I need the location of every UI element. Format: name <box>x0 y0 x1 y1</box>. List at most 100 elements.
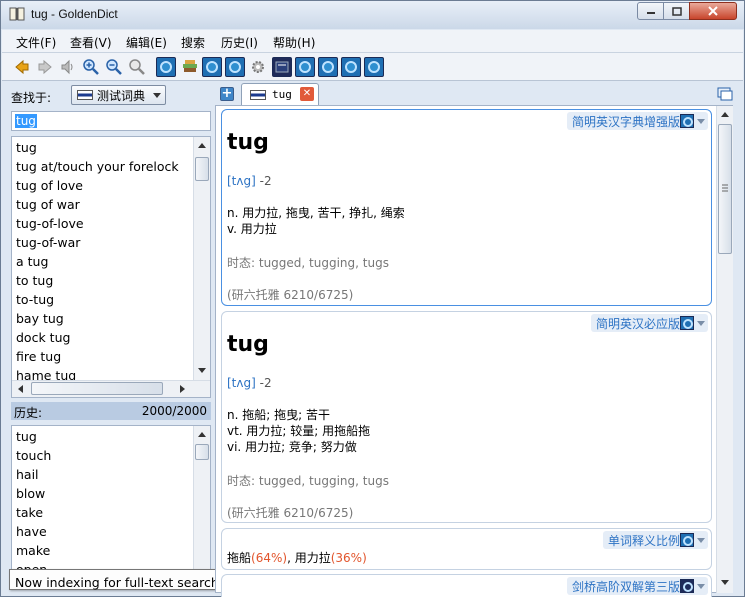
dict-toggle-6[interactable] <box>295 57 315 77</box>
meaning-ratio: 拖船(64%), 用力拉(36%) <box>227 549 367 566</box>
article-dict-2: 简明英汉必应版 tug [tʌg] -2 n. 拖船; 拖曳; 苦干 vt. 用… <box>221 311 712 523</box>
list-item[interactable]: dock tug <box>16 330 70 345</box>
history-title: 历史: <box>14 406 43 420</box>
zoom-in-button[interactable] <box>81 57 101 77</box>
menu-bar: 文件(F) 查看(V) 编辑(E) 搜索 历史(I) 帮助(H) <box>2 30 743 53</box>
found-in-dictionaries-icon[interactable] <box>717 87 733 101</box>
list-item[interactable]: a tug <box>16 254 48 269</box>
forward-arrow-icon <box>38 59 52 75</box>
dict-name-tag[interactable]: 剑桥高阶双解第三版 <box>566 577 708 595</box>
menu-help[interactable]: 帮助(H) <box>273 34 315 51</box>
list-item[interactable]: blow <box>16 486 45 501</box>
dict-name: 剑桥高阶双解第三版 <box>571 580 680 594</box>
menu-file[interactable]: 文件(F) <box>16 34 56 51</box>
zoom-in-icon <box>83 59 99 75</box>
dict-name-tag[interactable]: 简明英汉字典增强版 <box>566 112 708 130</box>
list-item[interactable]: tug-of-love <box>16 216 84 231</box>
close-button[interactable] <box>689 2 737 20</box>
list-item[interactable]: tug <box>16 140 37 155</box>
tab-close-icon[interactable]: ✕ <box>300 87 314 101</box>
window-title: tug - GoldenDict <box>31 7 118 21</box>
tense-forms: 时态: tugged, tugging, tugs <box>227 256 389 270</box>
dict-toggle-3[interactable] <box>202 57 222 77</box>
new-tab-button[interactable]: + <box>220 87 234 101</box>
list-item[interactable]: tug <box>16 429 37 444</box>
scroll-down-icon[interactable] <box>721 580 729 585</box>
menu-search[interactable]: 搜索 <box>181 34 205 51</box>
dictionary-icon <box>206 61 218 73</box>
dict-name-tag[interactable]: 简明英汉必应版 <box>590 314 708 332</box>
scroll-up-icon[interactable] <box>198 143 206 148</box>
dictionary-icon <box>160 61 172 73</box>
back-button[interactable] <box>12 57 32 77</box>
history-vscrollbar[interactable] <box>193 426 210 569</box>
pronounce-button[interactable] <box>58 57 78 77</box>
word-list[interactable]: tug tug at/touch your forelock tug of lo… <box>11 136 211 398</box>
scroll-up-icon[interactable] <box>721 112 729 117</box>
list-item[interactable]: touch <box>16 448 51 463</box>
history-list[interactable]: tug touch hail blow take have make open <box>11 425 211 570</box>
ratio-percent-1: (64%) <box>251 551 288 565</box>
scroll-left-icon[interactable] <box>18 385 23 393</box>
ratio-percent-2: (36%) <box>330 551 367 565</box>
list-item[interactable]: to tug <box>16 273 53 288</box>
back-arrow-icon <box>15 59 29 75</box>
minimize-button[interactable] <box>637 2 664 20</box>
tense-forms: 时态: tugged, tugging, tugs <box>227 474 389 488</box>
tab-label: tug <box>272 88 292 101</box>
scroll-thumb[interactable] <box>195 157 209 181</box>
list-item[interactable]: take <box>16 505 43 520</box>
list-item[interactable]: make <box>16 543 50 558</box>
definition-line: n. 拖船; 拖曳; 苦干 <box>227 408 330 422</box>
frequency-note: (研六托雅 6210/6725) <box>227 506 354 520</box>
dictionary-icon <box>680 579 694 593</box>
chevron-down-icon <box>697 584 705 589</box>
scroll-thumb[interactable] <box>195 444 209 460</box>
dictionary-icon <box>368 61 380 73</box>
list-item[interactable]: fire tug <box>16 349 61 364</box>
group-select[interactable]: 测试词典 <box>71 85 166 105</box>
zoom-reset-button[interactable] <box>127 57 147 77</box>
dict-toggle-2[interactable] <box>180 57 200 77</box>
scroll-thumb[interactable] <box>718 124 732 254</box>
list-item[interactable]: bay tug <box>16 311 64 326</box>
dict-name: 简明英汉字典增强版 <box>571 115 680 129</box>
dict-toggle-4[interactable] <box>225 57 245 77</box>
word-list-hscrollbar[interactable] <box>12 380 210 397</box>
article-dict-1: 简明英汉字典增强版 tug [tʌg] -2 n. 用力拉, 拖曳, 苦干, 挣… <box>221 109 712 306</box>
dict-toggle-5[interactable] <box>272 57 292 77</box>
scroll-down-icon[interactable] <box>198 368 206 373</box>
zoom-out-button[interactable] <box>104 57 124 77</box>
menu-edit[interactable]: 编辑(E) <box>126 34 167 51</box>
list-item[interactable]: to-tug <box>16 292 54 307</box>
dict-toggle-7[interactable] <box>318 57 338 77</box>
list-item[interactable]: have <box>16 524 47 539</box>
search-input[interactable]: tug <box>11 111 211 131</box>
tab-tug[interactable]: tug ✕ <box>241 83 319 105</box>
list-item[interactable]: hail <box>16 467 39 482</box>
scroll-up-icon[interactable] <box>198 432 206 437</box>
dict-toggle-8[interactable] <box>341 57 361 77</box>
dictionary-icon <box>275 61 289 73</box>
word-list-vscrollbar[interactable] <box>193 137 210 380</box>
list-item[interactable]: tug of love <box>16 178 83 193</box>
forward-button[interactable] <box>35 57 55 77</box>
maximize-button[interactable] <box>663 2 690 20</box>
menu-view[interactable]: 查看(V) <box>70 34 112 51</box>
dict-settings-button[interactable] <box>248 57 268 77</box>
history-count: 2000/2000 <box>141 404 207 418</box>
list-item[interactable]: tug of war <box>16 197 80 212</box>
dict-toggle-9[interactable] <box>364 57 384 77</box>
gear-icon <box>252 61 264 73</box>
list-item[interactable]: tug-of-war <box>16 235 80 250</box>
lookin-label: 查找于: <box>11 91 52 105</box>
scroll-thumb[interactable] <box>31 382 163 395</box>
list-item[interactable]: tug at/touch your forelock <box>16 159 179 174</box>
menu-history[interactable]: 历史(I) <box>221 34 258 51</box>
article-vscrollbar[interactable] <box>716 106 733 593</box>
dictionary-icon <box>229 61 241 73</box>
scroll-right-icon[interactable] <box>180 385 185 393</box>
dict-toggle-1[interactable] <box>156 57 176 77</box>
dict-name-tag[interactable]: 单词释义比例 <box>602 531 708 549</box>
search-input-value: tug <box>15 114 37 128</box>
